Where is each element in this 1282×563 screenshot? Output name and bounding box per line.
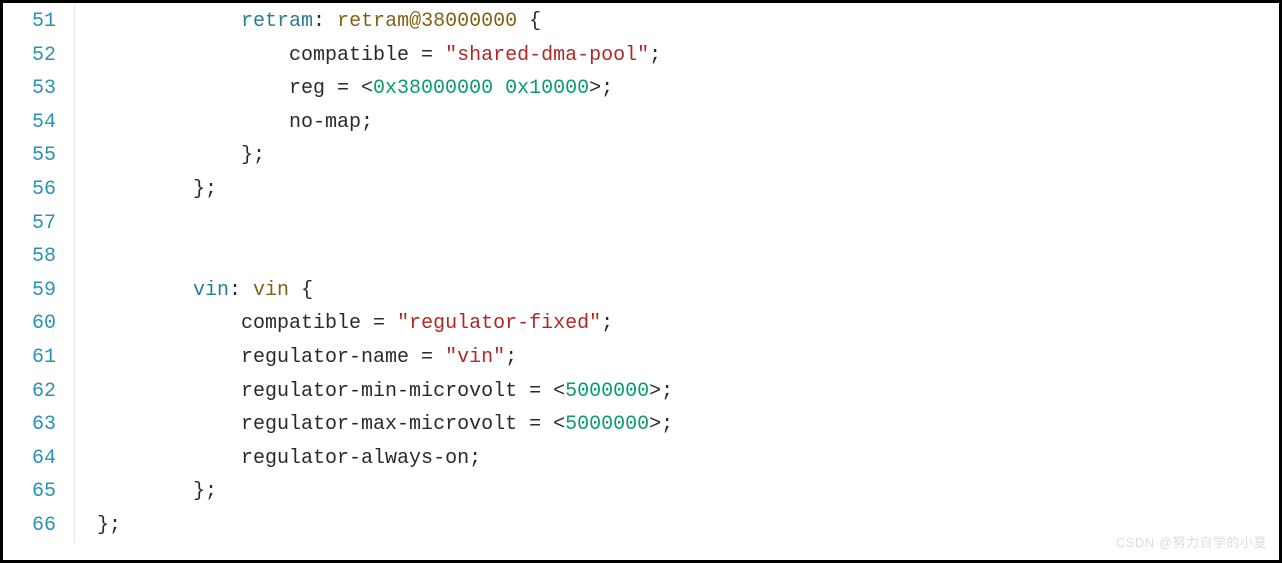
code-token: : (313, 10, 337, 33)
line-number: 51 (3, 5, 56, 39)
code-token: 0x38000000 (373, 77, 493, 100)
code-token: regulator-min-microvolt = < (241, 380, 565, 403)
code-token: 0x10000 (505, 77, 589, 100)
code-line: compatible = "regulator-fixed"; (97, 307, 673, 341)
code-token: }; (97, 514, 121, 537)
code-token: 5000000 (565, 413, 649, 436)
code-token: retram@38000000 (337, 10, 517, 33)
code-token: "vin" (445, 346, 505, 369)
line-number: 59 (3, 274, 56, 308)
code-token: "regulator-fixed" (397, 312, 601, 335)
line-number: 55 (3, 139, 56, 173)
code-token: >; (589, 77, 613, 100)
code-token: regulator-name = (241, 346, 445, 369)
code-token: no-map; (289, 111, 373, 134)
code-token: vin (253, 279, 301, 302)
code-token: vin (193, 279, 229, 302)
code-token: ; (505, 346, 517, 369)
code-line: regulator-name = "vin"; (97, 341, 673, 375)
code-token: ; (601, 312, 613, 335)
code-line (97, 207, 673, 241)
code-line: compatible = "shared-dma-pool"; (97, 39, 673, 73)
code-token: "shared-dma-pool" (445, 44, 649, 67)
line-number: 62 (3, 375, 56, 409)
code-token: retram (241, 10, 313, 33)
line-number: 53 (3, 72, 56, 106)
code-token: regulator-always-on; (241, 447, 481, 470)
line-number: 63 (3, 408, 56, 442)
code-block: 51525354555657585960616263646566 retram:… (3, 3, 1279, 543)
line-number: 66 (3, 509, 56, 543)
code-line: retram: retram@38000000 { (97, 5, 673, 39)
line-number: 56 (3, 173, 56, 207)
line-number-gutter: 51525354555657585960616263646566 (3, 3, 75, 543)
code-token: compatible = (289, 44, 445, 67)
line-number: 54 (3, 106, 56, 140)
line-number: 65 (3, 475, 56, 509)
code-token: compatible = (241, 312, 397, 335)
code-token: regulator-max-microvolt = < (241, 413, 565, 436)
line-number: 57 (3, 207, 56, 241)
code-token: reg = < (289, 77, 373, 100)
code-token: }; (193, 178, 217, 201)
code-token (493, 77, 505, 100)
watermark: CSDN @努力自学的小夏 (1116, 532, 1267, 554)
line-number: 58 (3, 240, 56, 274)
code-line: }; (97, 139, 673, 173)
line-number: 61 (3, 341, 56, 375)
code-token: >; (649, 380, 673, 403)
line-number: 60 (3, 307, 56, 341)
code-token: { (301, 279, 313, 302)
code-line: }; (97, 173, 673, 207)
code-token: >; (649, 413, 673, 436)
code-token: }; (241, 144, 265, 167)
line-number: 64 (3, 442, 56, 476)
code-frame: 51525354555657585960616263646566 retram:… (0, 0, 1282, 563)
code-line: vin: vin { (97, 274, 673, 308)
code-line: regulator-always-on; (97, 442, 673, 476)
code-line: }; (97, 475, 673, 509)
code-token: ; (649, 44, 661, 67)
code-token: 5000000 (565, 380, 649, 403)
code-token: { (517, 10, 541, 33)
code-token: }; (193, 480, 217, 503)
code-line: reg = <0x38000000 0x10000>; (97, 72, 673, 106)
line-number: 52 (3, 39, 56, 73)
code-line: regulator-min-microvolt = <5000000>; (97, 375, 673, 409)
code-token: : (229, 279, 253, 302)
code-line: regulator-max-microvolt = <5000000>; (97, 408, 673, 442)
code-line: }; (97, 509, 673, 543)
code-line: no-map; (97, 106, 673, 140)
code-content: retram: retram@38000000 { compatible = "… (75, 3, 673, 543)
code-line (97, 240, 673, 274)
